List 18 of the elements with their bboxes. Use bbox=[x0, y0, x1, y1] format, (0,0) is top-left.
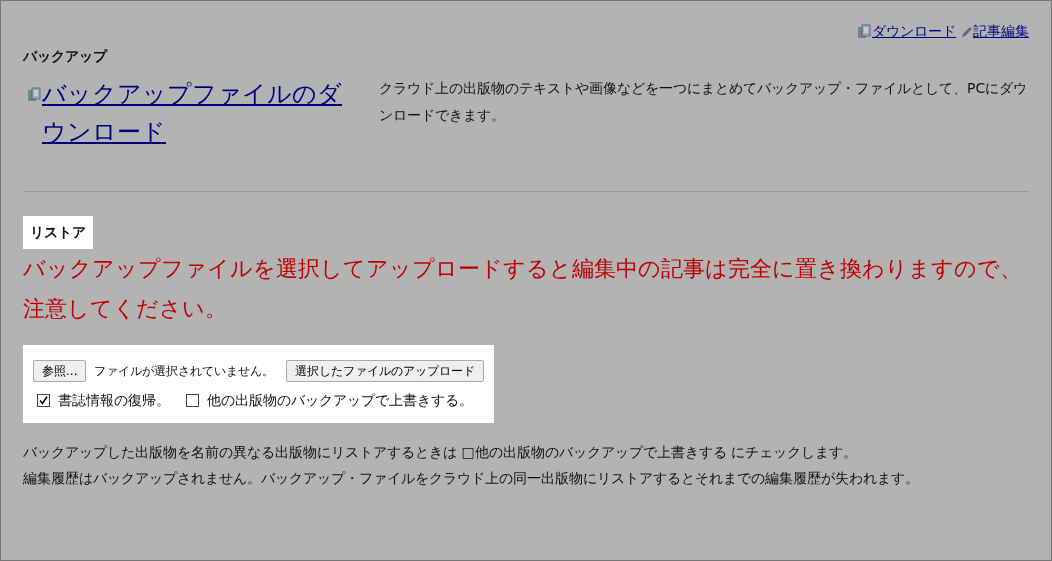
section-heading: バックアップ bbox=[23, 47, 109, 66]
checkbox-label: 書誌情報の復帰。 bbox=[58, 391, 170, 410]
browse-button[interactable]: 参照... bbox=[33, 360, 87, 382]
section-heading: リストア bbox=[23, 216, 93, 249]
download-link[interactable]: バックアップファイルのダウンロード bbox=[42, 75, 352, 151]
link-text[interactable]: 記事編集 bbox=[973, 21, 1029, 42]
documents-icon bbox=[27, 86, 42, 102]
description: クラウド上の出版物のテキストや画像などを一つにまとめてバックアップ・ファイルとして、PCにダウンロードできます。 bbox=[379, 79, 1029, 125]
checkbox-label: 他の出版物のバックアップで上書きする。 bbox=[207, 391, 473, 410]
checkbox[interactable] bbox=[37, 394, 50, 407]
pencil-icon bbox=[960, 24, 973, 39]
documents-icon bbox=[857, 24, 872, 39]
warning-text: バックアップファイルを選択してアップロードすると編集中の記事は完全に置き換わりますので、注意してください。 bbox=[23, 255, 1023, 323]
file-status: ファイルが選択されていません。 bbox=[94, 363, 275, 380]
checkbox[interactable] bbox=[186, 394, 199, 407]
note-text: 編集履歴はバックアップされません。バックアップ・ファイルをクラウド上の同一出版物にリストアするとそれまでの編集履歴が失われます。 bbox=[23, 469, 920, 488]
note-text: バックアップした出版物を名前の異なる出版物にリストアするときは □他の出版物のバックアップで上書きする にチェックします。 bbox=[23, 443, 859, 462]
upload-button[interactable]: 選択したファイルのアップロード bbox=[286, 360, 485, 382]
